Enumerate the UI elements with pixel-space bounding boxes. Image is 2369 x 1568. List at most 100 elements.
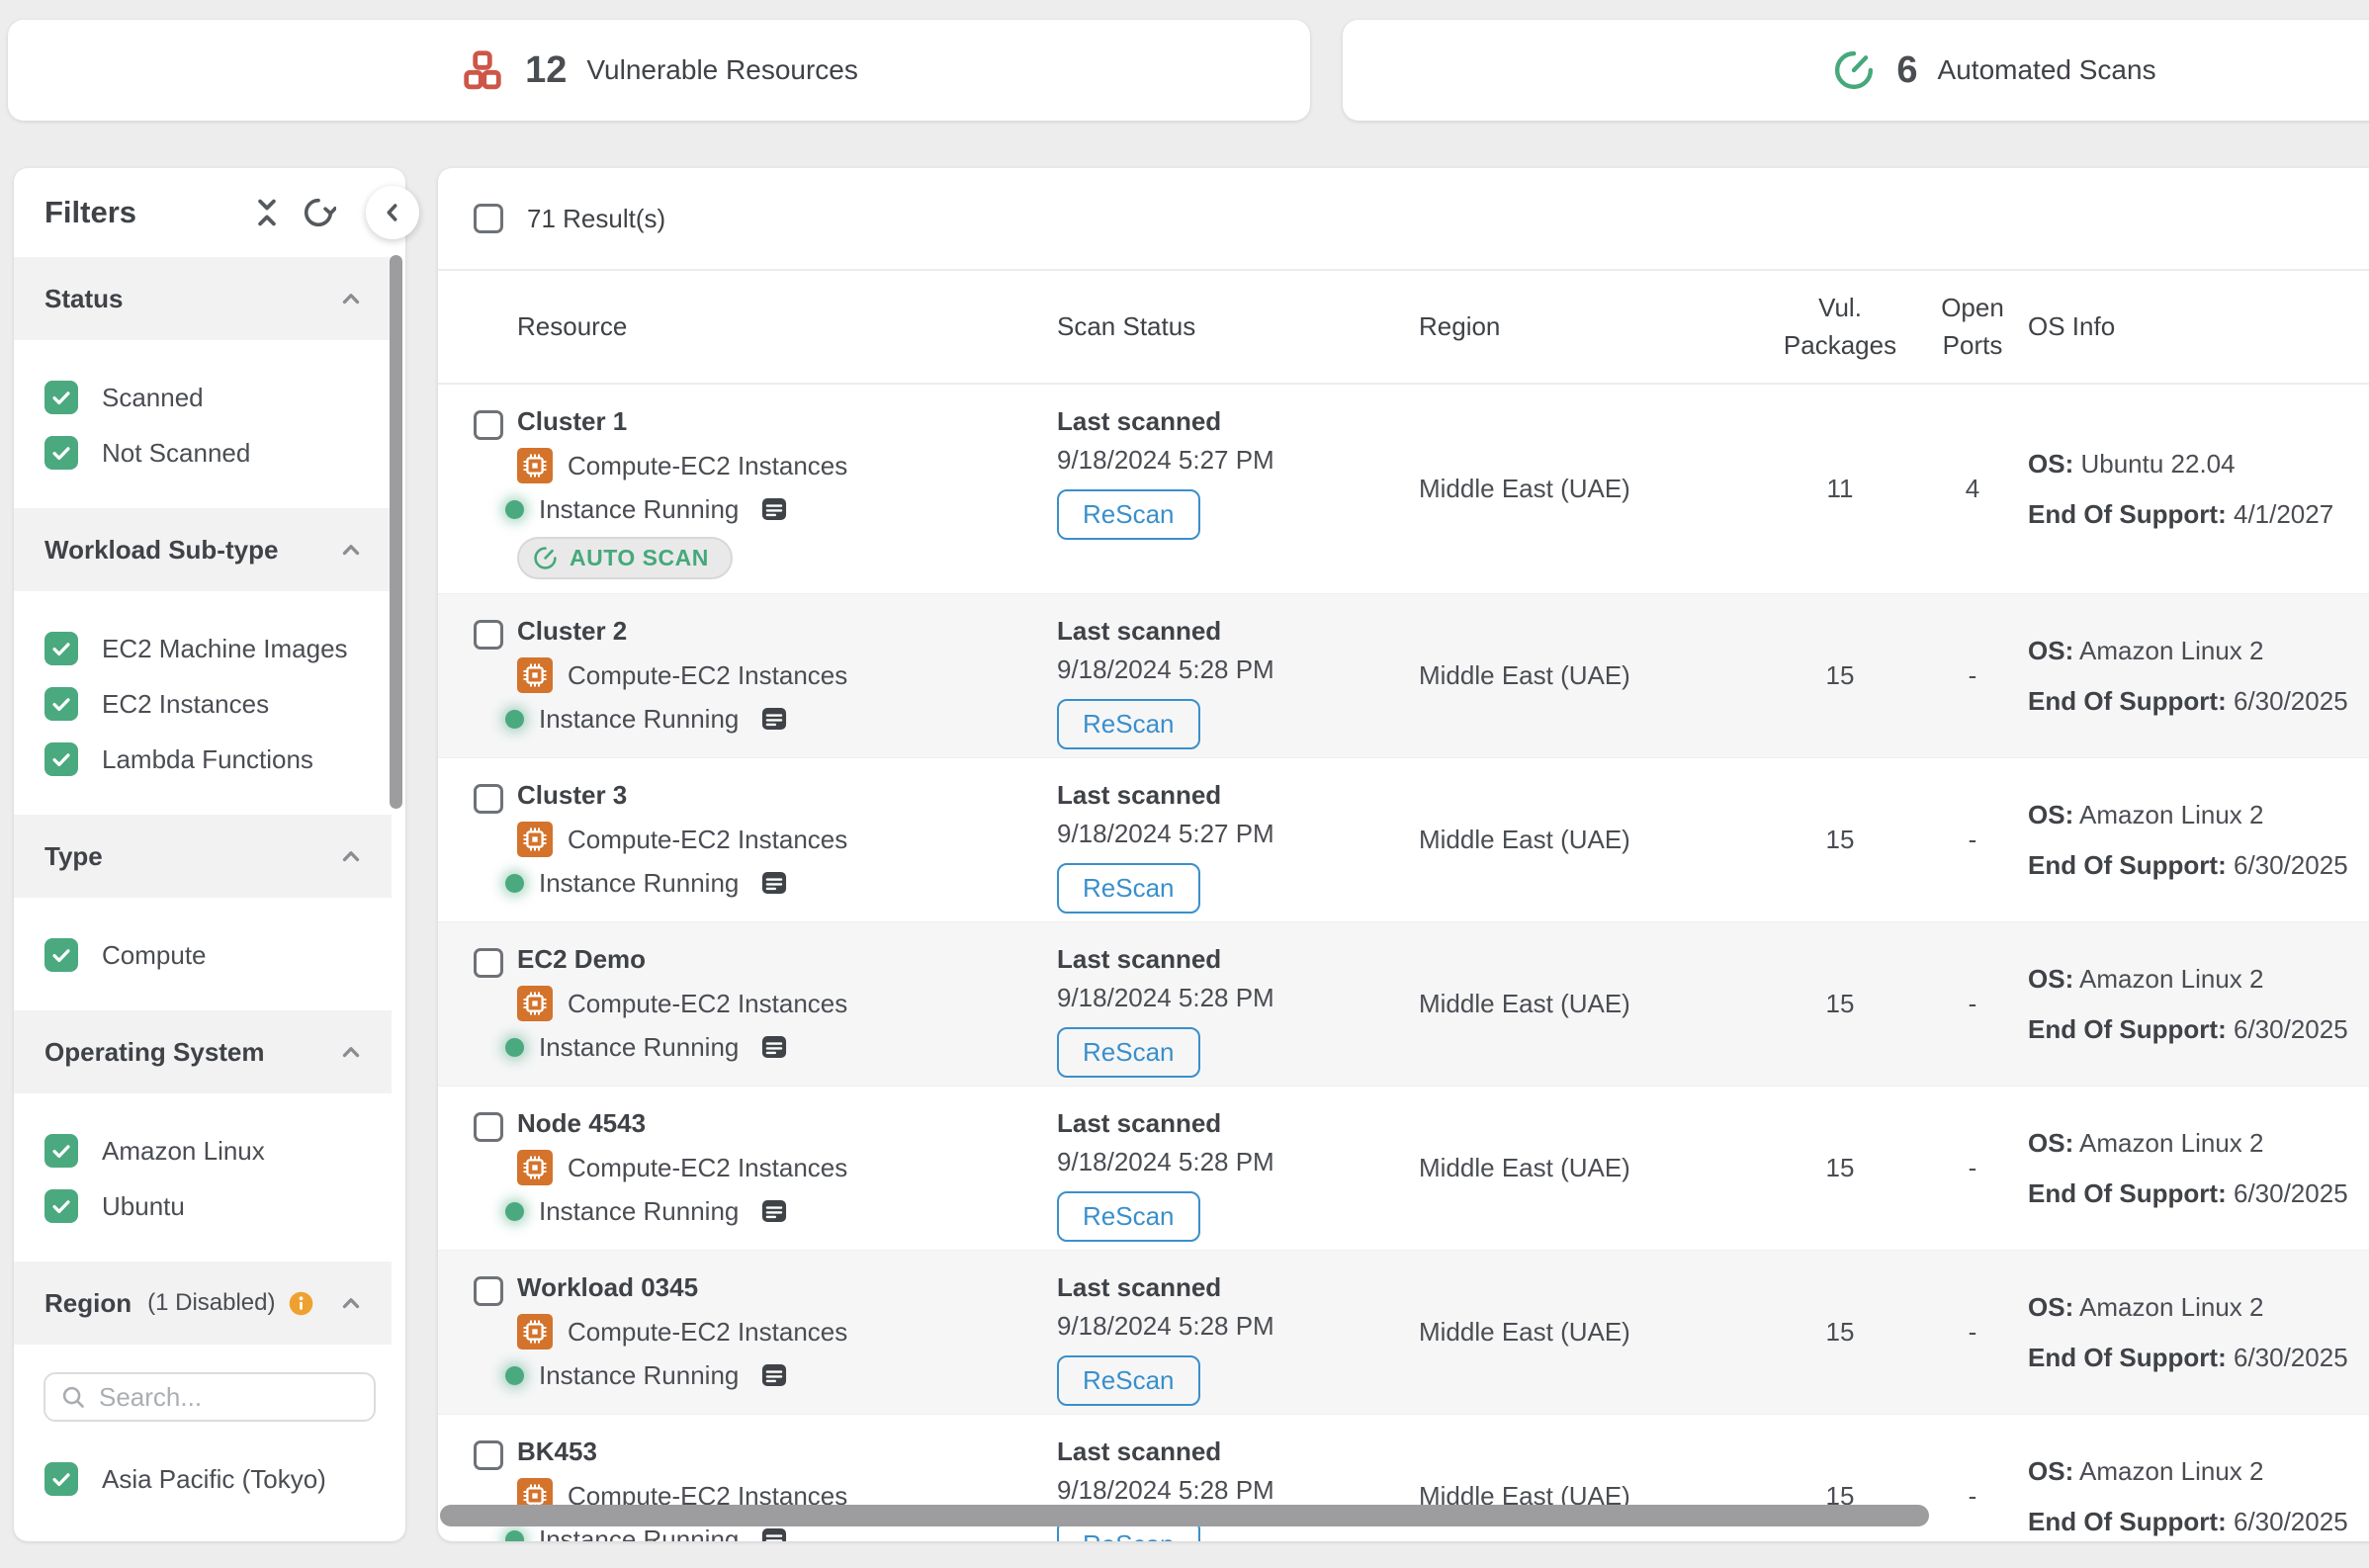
filter-item-label: Asia Pacific (Tokyo)	[102, 1464, 326, 1495]
checkbox-checked[interactable]	[44, 742, 78, 776]
filter-checkbox-item[interactable]: Scanned	[14, 370, 405, 425]
os-value: Amazon Linux 2	[2079, 800, 2263, 829]
filter-checkbox-item[interactable]: EC2 Instances	[14, 676, 405, 732]
row-checkbox[interactable]	[474, 1112, 503, 1142]
instance-details-icon[interactable]	[757, 1030, 791, 1064]
row-checkbox[interactable]	[474, 1440, 503, 1470]
instance-details-icon[interactable]	[757, 866, 791, 900]
automated-scans-label: Automated Scans	[1938, 54, 2156, 86]
rescan-button[interactable]: ReScan	[1057, 1027, 1200, 1078]
table-horizontal-scrollbar[interactable]	[440, 1505, 1929, 1526]
column-header-scan-status: Scan Status	[1057, 271, 1419, 383]
filter-section-header[interactable]: Status	[14, 257, 392, 340]
checkbox-checked[interactable]	[44, 1189, 78, 1223]
checkbox-checked[interactable]	[44, 436, 78, 470]
table-row[interactable]: EC2 Demo Compute-EC2 Instances Instance …	[438, 921, 2369, 1086]
os-label: OS:	[2028, 1292, 2073, 1322]
status-dot	[505, 710, 524, 729]
table-row[interactable]: Workload 0345 Compute-EC2 Instances Inst…	[438, 1250, 2369, 1414]
blocks-icon	[460, 47, 505, 93]
row-checkbox[interactable]	[474, 620, 503, 650]
vul-packages-cell: 15	[1763, 1087, 1917, 1250]
region-cell: Middle East (UAE)	[1419, 758, 1763, 921]
check-icon	[48, 1193, 74, 1219]
reset-filters-button[interactable]	[301, 195, 336, 230]
checkbox-checked[interactable]	[44, 381, 78, 414]
checkbox-checked[interactable]	[44, 938, 78, 972]
filter-checkbox-item[interactable]: Asia Pacific (Tokyo)	[14, 1451, 405, 1507]
row-checkbox[interactable]	[474, 1276, 503, 1306]
os-label: OS:	[2028, 800, 2073, 829]
filter-section-header[interactable]: Region (1 Disabled)	[14, 1262, 392, 1345]
eos-label: End Of Support:	[2028, 1507, 2227, 1536]
filter-checkbox-item[interactable]: Not Scanned	[14, 425, 405, 480]
os-info-cell: OS: Amazon Linux 2 End Of Support: 6/30/…	[2028, 1251, 2369, 1414]
timer-icon	[1831, 47, 1877, 93]
filter-items: EC2 Machine Images EC2 Instances Lambda …	[14, 591, 405, 815]
eos-value: 6/30/2025	[2234, 850, 2348, 880]
filters-vertical-scrollbar[interactable]	[390, 255, 402, 809]
auto-scan-label: AUTO SCAN	[570, 545, 709, 571]
rescan-button[interactable]: ReScan	[1057, 699, 1200, 749]
open-ports-cell: -	[1917, 922, 2028, 1086]
row-checkbox[interactable]	[474, 948, 503, 978]
rescan-button[interactable]: ReScan	[1057, 1191, 1200, 1242]
table-row[interactable]: Node 4543 Compute-EC2 Instances Instance…	[438, 1086, 2369, 1250]
last-scanned-label: Last scanned	[1057, 944, 1419, 975]
filter-checkbox-item[interactable]: EC2 Machine Images	[14, 621, 405, 676]
last-scanned-date: 9/18/2024 5:27 PM	[1057, 819, 1419, 849]
results-count: 71 Result(s)	[527, 204, 665, 234]
checkbox-checked[interactable]	[44, 1462, 78, 1496]
collapse-panel-button[interactable]	[366, 186, 419, 239]
filter-section-title: Region	[44, 1288, 132, 1319]
os-value: Amazon Linux 2	[2079, 636, 2263, 665]
status-dot	[505, 874, 524, 893]
last-scanned-label: Last scanned	[1057, 616, 1419, 647]
instance-details-icon[interactable]	[757, 1358, 791, 1392]
chevron-up-icon	[336, 1288, 366, 1318]
checkbox-checked[interactable]	[44, 687, 78, 721]
instance-details-icon[interactable]	[757, 702, 791, 736]
filter-section: Region (1 Disabled) Asia Pacific (Tokyo)	[14, 1262, 405, 1534]
filter-section-header[interactable]: Type	[14, 815, 392, 898]
row-checkbox[interactable]	[474, 784, 503, 814]
region-search-input[interactable]	[97, 1381, 360, 1414]
filter-checkbox-item[interactable]: Compute	[14, 927, 405, 983]
filter-item-label: Compute	[102, 940, 207, 971]
status-dot	[505, 1366, 524, 1385]
refresh-icon	[301, 195, 336, 230]
checkbox-checked[interactable]	[44, 1134, 78, 1168]
ec2-compute-icon	[517, 448, 553, 483]
filter-section: Workload Sub-type EC2 Machine Images EC2…	[14, 508, 405, 815]
filter-section: Status Scanned Not Scanned	[14, 257, 405, 508]
collapse-all-button[interactable]	[249, 195, 285, 230]
eos-value: 6/30/2025	[2234, 1507, 2348, 1536]
filter-section-header[interactable]: Operating System	[14, 1010, 392, 1093]
instance-details-icon[interactable]	[757, 492, 791, 526]
os-label: OS:	[2028, 1128, 2073, 1158]
ec2-compute-icon	[517, 1314, 553, 1350]
rescan-button[interactable]: ReScan	[1057, 863, 1200, 914]
filter-sections: Status Scanned Not Scanned Workload Sub-…	[14, 257, 405, 1534]
select-all-checkbox[interactable]	[474, 204, 503, 233]
region-cell: Middle East (UAE)	[1419, 1087, 1763, 1250]
table-row[interactable]: Cluster 3 Compute-EC2 Instances Instance…	[438, 757, 2369, 921]
open-ports-cell: 4	[1917, 385, 2028, 593]
instance-details-icon[interactable]	[757, 1194, 791, 1228]
region-search-box	[44, 1372, 376, 1422]
filter-section-header[interactable]: Workload Sub-type	[14, 508, 392, 591]
filter-checkbox-item[interactable]: Lambda Functions	[14, 732, 405, 787]
table-row[interactable]: Cluster 2 Compute-EC2 Instances Instance…	[438, 593, 2369, 757]
instance-state: Instance Running	[539, 494, 739, 525]
rescan-button[interactable]: ReScan	[1057, 1355, 1200, 1406]
rescan-button[interactable]: ReScan	[1057, 489, 1200, 540]
filter-checkbox-item[interactable]: Amazon Linux	[14, 1123, 405, 1178]
collapse-vertical-icon	[249, 195, 285, 230]
table-row[interactable]: Cluster 1 Compute-EC2 Instances Instance…	[438, 385, 2369, 593]
instance-state: Instance Running	[539, 1524, 739, 1542]
chevron-left-icon	[378, 198, 407, 227]
row-checkbox[interactable]	[474, 410, 503, 440]
eos-label: End Of Support:	[2028, 499, 2227, 529]
checkbox-checked[interactable]	[44, 632, 78, 665]
filter-checkbox-item[interactable]: Ubuntu	[14, 1178, 405, 1234]
